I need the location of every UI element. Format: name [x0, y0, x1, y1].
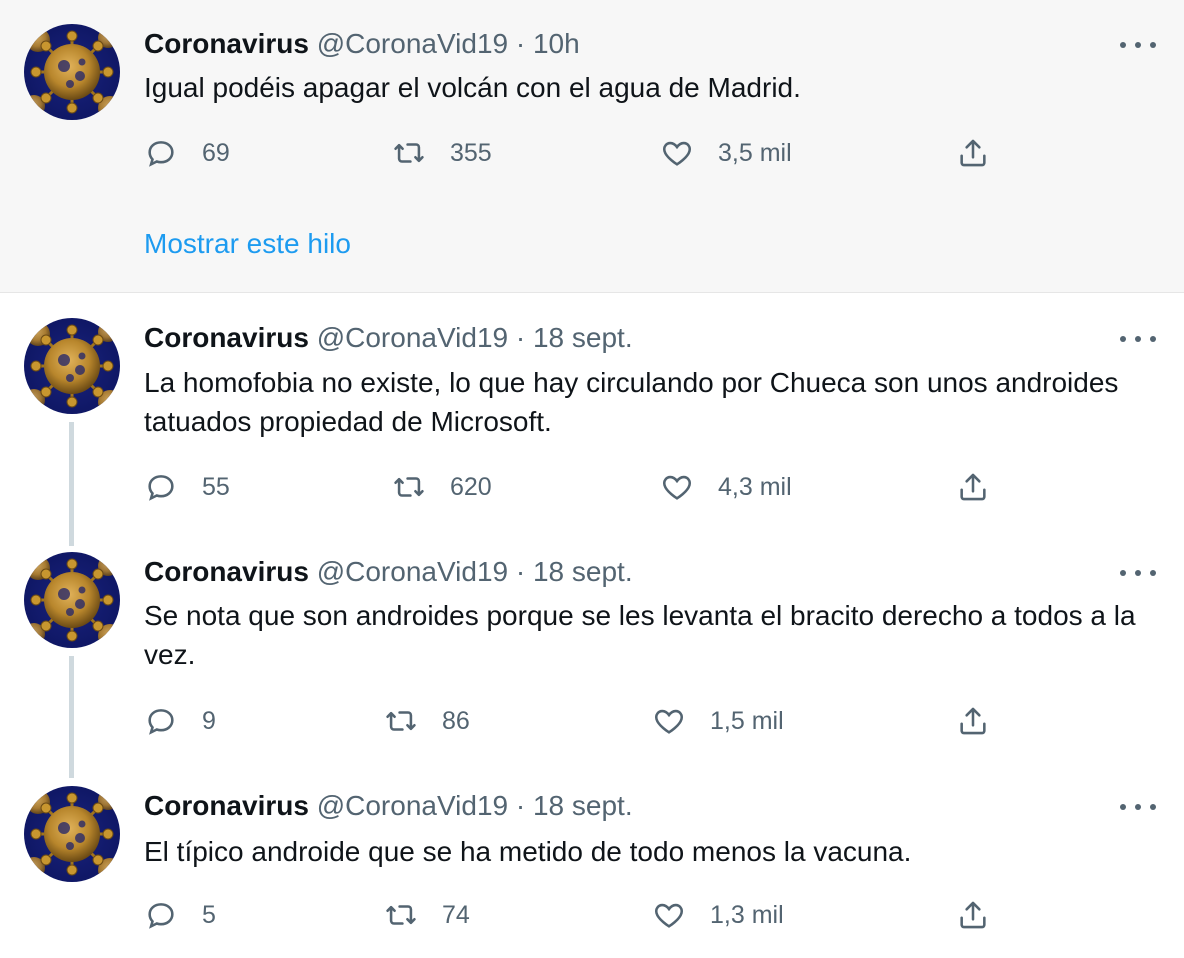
tweet-actions: 55 620 4,3 mil — [144, 467, 1004, 507]
tweet-actions: 9 86 1,5 mil — [144, 701, 1004, 741]
reply-icon — [148, 903, 174, 929]
username[interactable]: @CoronaVid19 — [317, 556, 508, 587]
more-icon[interactable] — [1120, 35, 1156, 55]
username[interactable]: @CoronaVid19 — [317, 322, 508, 353]
retweet-count: 620 — [450, 473, 492, 501]
retweet-count: 74 — [442, 901, 470, 929]
display-name[interactable]: Coronavirus — [144, 790, 309, 821]
avatar[interactable] — [24, 552, 120, 648]
like-button[interactable]: 1,5 mil — [652, 701, 784, 741]
reply-count: 9 — [202, 707, 216, 735]
like-button[interactable]: 1,3 mil — [652, 895, 784, 935]
reply-button[interactable]: 9 — [144, 701, 216, 741]
reply-count: 55 — [202, 473, 230, 501]
retweet-icon — [394, 143, 424, 163]
share-button[interactable] — [956, 701, 1014, 741]
reply-icon — [148, 709, 174, 735]
reply-button[interactable]: 5 — [144, 895, 216, 935]
heart-icon — [655, 903, 683, 928]
separator: · — [515, 790, 526, 821]
tweet-text: Igual podéis apagar el volcán con el agu… — [144, 72, 801, 103]
avatar[interactable] — [24, 786, 120, 882]
like-count: 4,3 mil — [718, 473, 792, 501]
like-count: 1,5 mil — [710, 707, 784, 735]
more-icon[interactable] — [1120, 329, 1156, 349]
reply-button[interactable]: 69 — [144, 133, 230, 173]
share-button[interactable] — [956, 467, 1014, 507]
retweet-button[interactable]: 355 — [392, 133, 492, 173]
share-button[interactable] — [956, 133, 1014, 173]
like-count: 1,3 mil — [710, 901, 784, 929]
retweet-icon — [394, 477, 424, 497]
share-icon — [960, 139, 986, 167]
like-button[interactable]: 4,3 mil — [660, 467, 792, 507]
timestamp[interactable]: 10h — [533, 28, 580, 59]
show-thread-link[interactable]: Mostrar este hilo — [144, 228, 351, 260]
heart-icon — [655, 709, 683, 734]
avatar[interactable] — [24, 318, 120, 414]
reply-count: 5 — [202, 901, 216, 929]
timestamp[interactable]: 18 sept. — [533, 322, 633, 353]
retweet-count: 86 — [442, 707, 470, 735]
share-icon — [960, 707, 986, 735]
share-button[interactable] — [956, 895, 1014, 935]
reply-icon — [148, 141, 174, 167]
timestamp[interactable]: 18 sept. — [533, 790, 633, 821]
retweet-icon — [386, 905, 416, 925]
retweet-button[interactable]: 620 — [392, 467, 492, 507]
tweet-text: El típico androide que se ha metido de t… — [144, 836, 912, 867]
avatar[interactable] — [24, 24, 120, 120]
username[interactable]: @CoronaVid19 — [317, 790, 508, 821]
retweet-button[interactable]: 74 — [384, 895, 470, 935]
retweet-icon — [386, 711, 416, 731]
tweet-header: Coronavirus @CoronaVid19 · 18 sept. — [144, 554, 633, 590]
tweet[interactable]: Coronavirus @CoronaVid19 · 18 sept. La h… — [0, 293, 1184, 525]
share-icon — [960, 901, 986, 929]
timestamp[interactable]: 18 sept. — [533, 556, 633, 587]
tweet[interactable]: Coronavirus @CoronaVid19 · 18 sept. El t… — [0, 760, 1184, 958]
display-name[interactable]: Coronavirus — [144, 556, 309, 587]
more-icon[interactable] — [1120, 563, 1156, 583]
username[interactable]: @CoronaVid19 — [317, 28, 508, 59]
tweet[interactable]: Coronavirus @CoronaVid19 · 10h Igual pod… — [0, 0, 1184, 293]
heart-icon — [663, 141, 691, 166]
display-name[interactable]: Coronavirus — [144, 28, 309, 59]
tweet-header: Coronavirus @CoronaVid19 · 10h — [144, 26, 580, 62]
like-count: 3,5 mil — [718, 139, 792, 167]
tweet-text: Se nota que son androides porque se les … — [144, 600, 1136, 670]
like-button[interactable]: 3,5 mil — [660, 133, 792, 173]
retweet-button[interactable]: 86 — [384, 701, 470, 741]
share-icon — [960, 473, 986, 501]
display-name[interactable]: Coronavirus — [144, 322, 309, 353]
reply-button[interactable]: 55 — [144, 467, 230, 507]
tweet-actions: 69 355 3,5 mil — [144, 133, 1004, 173]
more-icon[interactable] — [1120, 797, 1156, 817]
heart-icon — [663, 475, 691, 500]
tweet[interactable]: Coronavirus @CoronaVid19 · 18 sept. Se n… — [0, 526, 1184, 758]
tweet-header: Coronavirus @CoronaVid19 · 18 sept. — [144, 788, 633, 824]
separator: · — [515, 28, 526, 59]
tweet-header: Coronavirus @CoronaVid19 · 18 sept. — [144, 320, 633, 356]
reply-icon — [148, 475, 174, 501]
tweet-text: La homofobia no existe, lo que hay circu… — [144, 367, 1119, 437]
tweet-actions: 5 74 1,3 mil — [144, 895, 1004, 935]
retweet-count: 355 — [450, 139, 492, 167]
reply-count: 69 — [202, 139, 230, 167]
separator: · — [515, 322, 526, 353]
separator: · — [515, 556, 526, 587]
